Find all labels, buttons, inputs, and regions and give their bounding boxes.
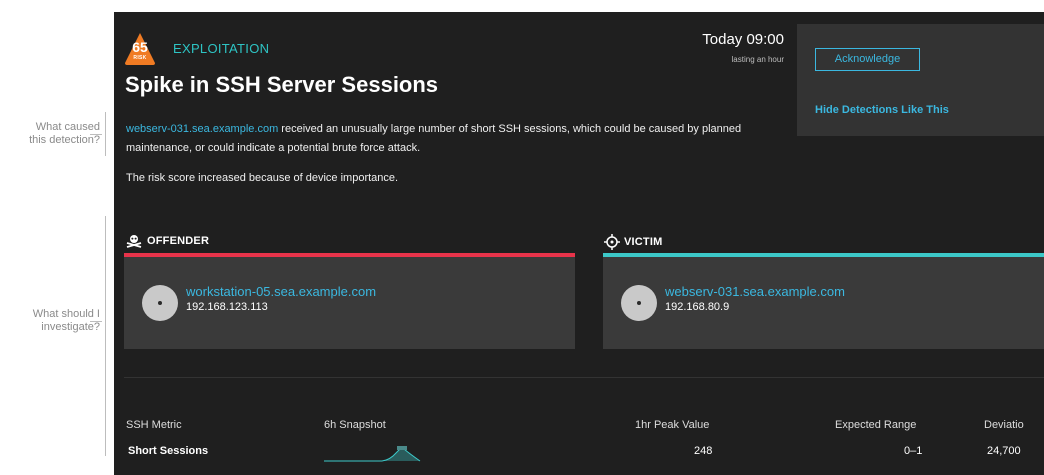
metrics-header-range: Expected Range	[835, 419, 917, 431]
victim-ip: 192.168.80.9	[665, 301, 730, 313]
victim-heading-label: VICTIM	[624, 235, 663, 248]
target-crosshair-icon	[604, 234, 620, 250]
offender-bar	[124, 253, 575, 257]
annotation-investigate: What should I investigate?	[0, 308, 100, 334]
detection-title: Spike in SSH Server Sessions	[125, 72, 439, 97]
snapshot-sparkline	[324, 446, 421, 462]
detection-time: Today 09:00	[702, 31, 784, 48]
device-avatar-icon	[621, 285, 657, 321]
offender-heading-label: OFFENDER	[147, 234, 210, 247]
detection-duration: lasting an hour	[731, 55, 784, 64]
section-divider	[124, 377, 1044, 378]
risk-label: RISK	[133, 55, 147, 61]
metric-deviation: 24,700	[987, 445, 1021, 457]
offender-hostname[interactable]: workstation-05.sea.example.com	[186, 284, 376, 299]
metrics-header-metric: SSH Metric	[126, 419, 182, 431]
annotation-cause-connector	[90, 134, 102, 135]
hide-detections-link[interactable]: Hide Detections Like This	[815, 104, 949, 116]
risk-score: 65	[132, 39, 148, 55]
annotation-investigate-text: What should I investigate?	[32, 308, 100, 333]
offender-heading: OFFENDER	[125, 234, 209, 248]
annotation-cause-text: What caused this detection?	[29, 121, 100, 146]
annotation-cause-bracket	[105, 112, 106, 156]
device-avatar-icon	[142, 285, 178, 321]
acknowledge-button[interactable]: Acknowledge	[815, 48, 920, 71]
annotation-investigate-bracket	[105, 216, 106, 456]
metrics-header-snapshot: 6h Snapshot	[324, 419, 386, 431]
skull-crossbones-icon	[126, 235, 142, 248]
detection-panel: 65 RISK EXPLOITATION Spike in SSH Server…	[114, 12, 1044, 475]
victim-hostname[interactable]: webserv-031.sea.example.com	[665, 284, 845, 299]
offender-ip: 192.168.123.113	[186, 301, 268, 313]
metric-expected-range: 0–1	[904, 445, 923, 457]
metrics-header-peak: 1hr Peak Value	[635, 419, 710, 431]
metric-peak-value: 248	[694, 445, 713, 457]
risk-note: The risk score increased because of devi…	[126, 172, 399, 184]
victim-bar	[603, 253, 1044, 257]
annotation-cause: What caused this detection?	[0, 121, 100, 147]
metric-name: Short Sessions	[128, 445, 209, 457]
metrics-header-deviation: Deviatio	[984, 419, 1024, 431]
offender-card[interactable]: workstation-05.sea.example.com 192.168.1…	[124, 253, 575, 349]
victim-heading: VICTIM	[604, 234, 662, 250]
risk-badge: 65 RISK	[124, 32, 156, 66]
annotation-investigate-connector	[90, 321, 102, 322]
detection-description: webserv-031.sea.example.com received an …	[126, 120, 786, 158]
detection-category: EXPLOITATION	[173, 41, 270, 56]
victim-card[interactable]: webserv-031.sea.example.com 192.168.80.9	[603, 253, 1044, 349]
action-box: Acknowledge Hide Detections Like This	[797, 24, 1044, 136]
description-device-link[interactable]: webserv-031.sea.example.com	[126, 123, 278, 135]
